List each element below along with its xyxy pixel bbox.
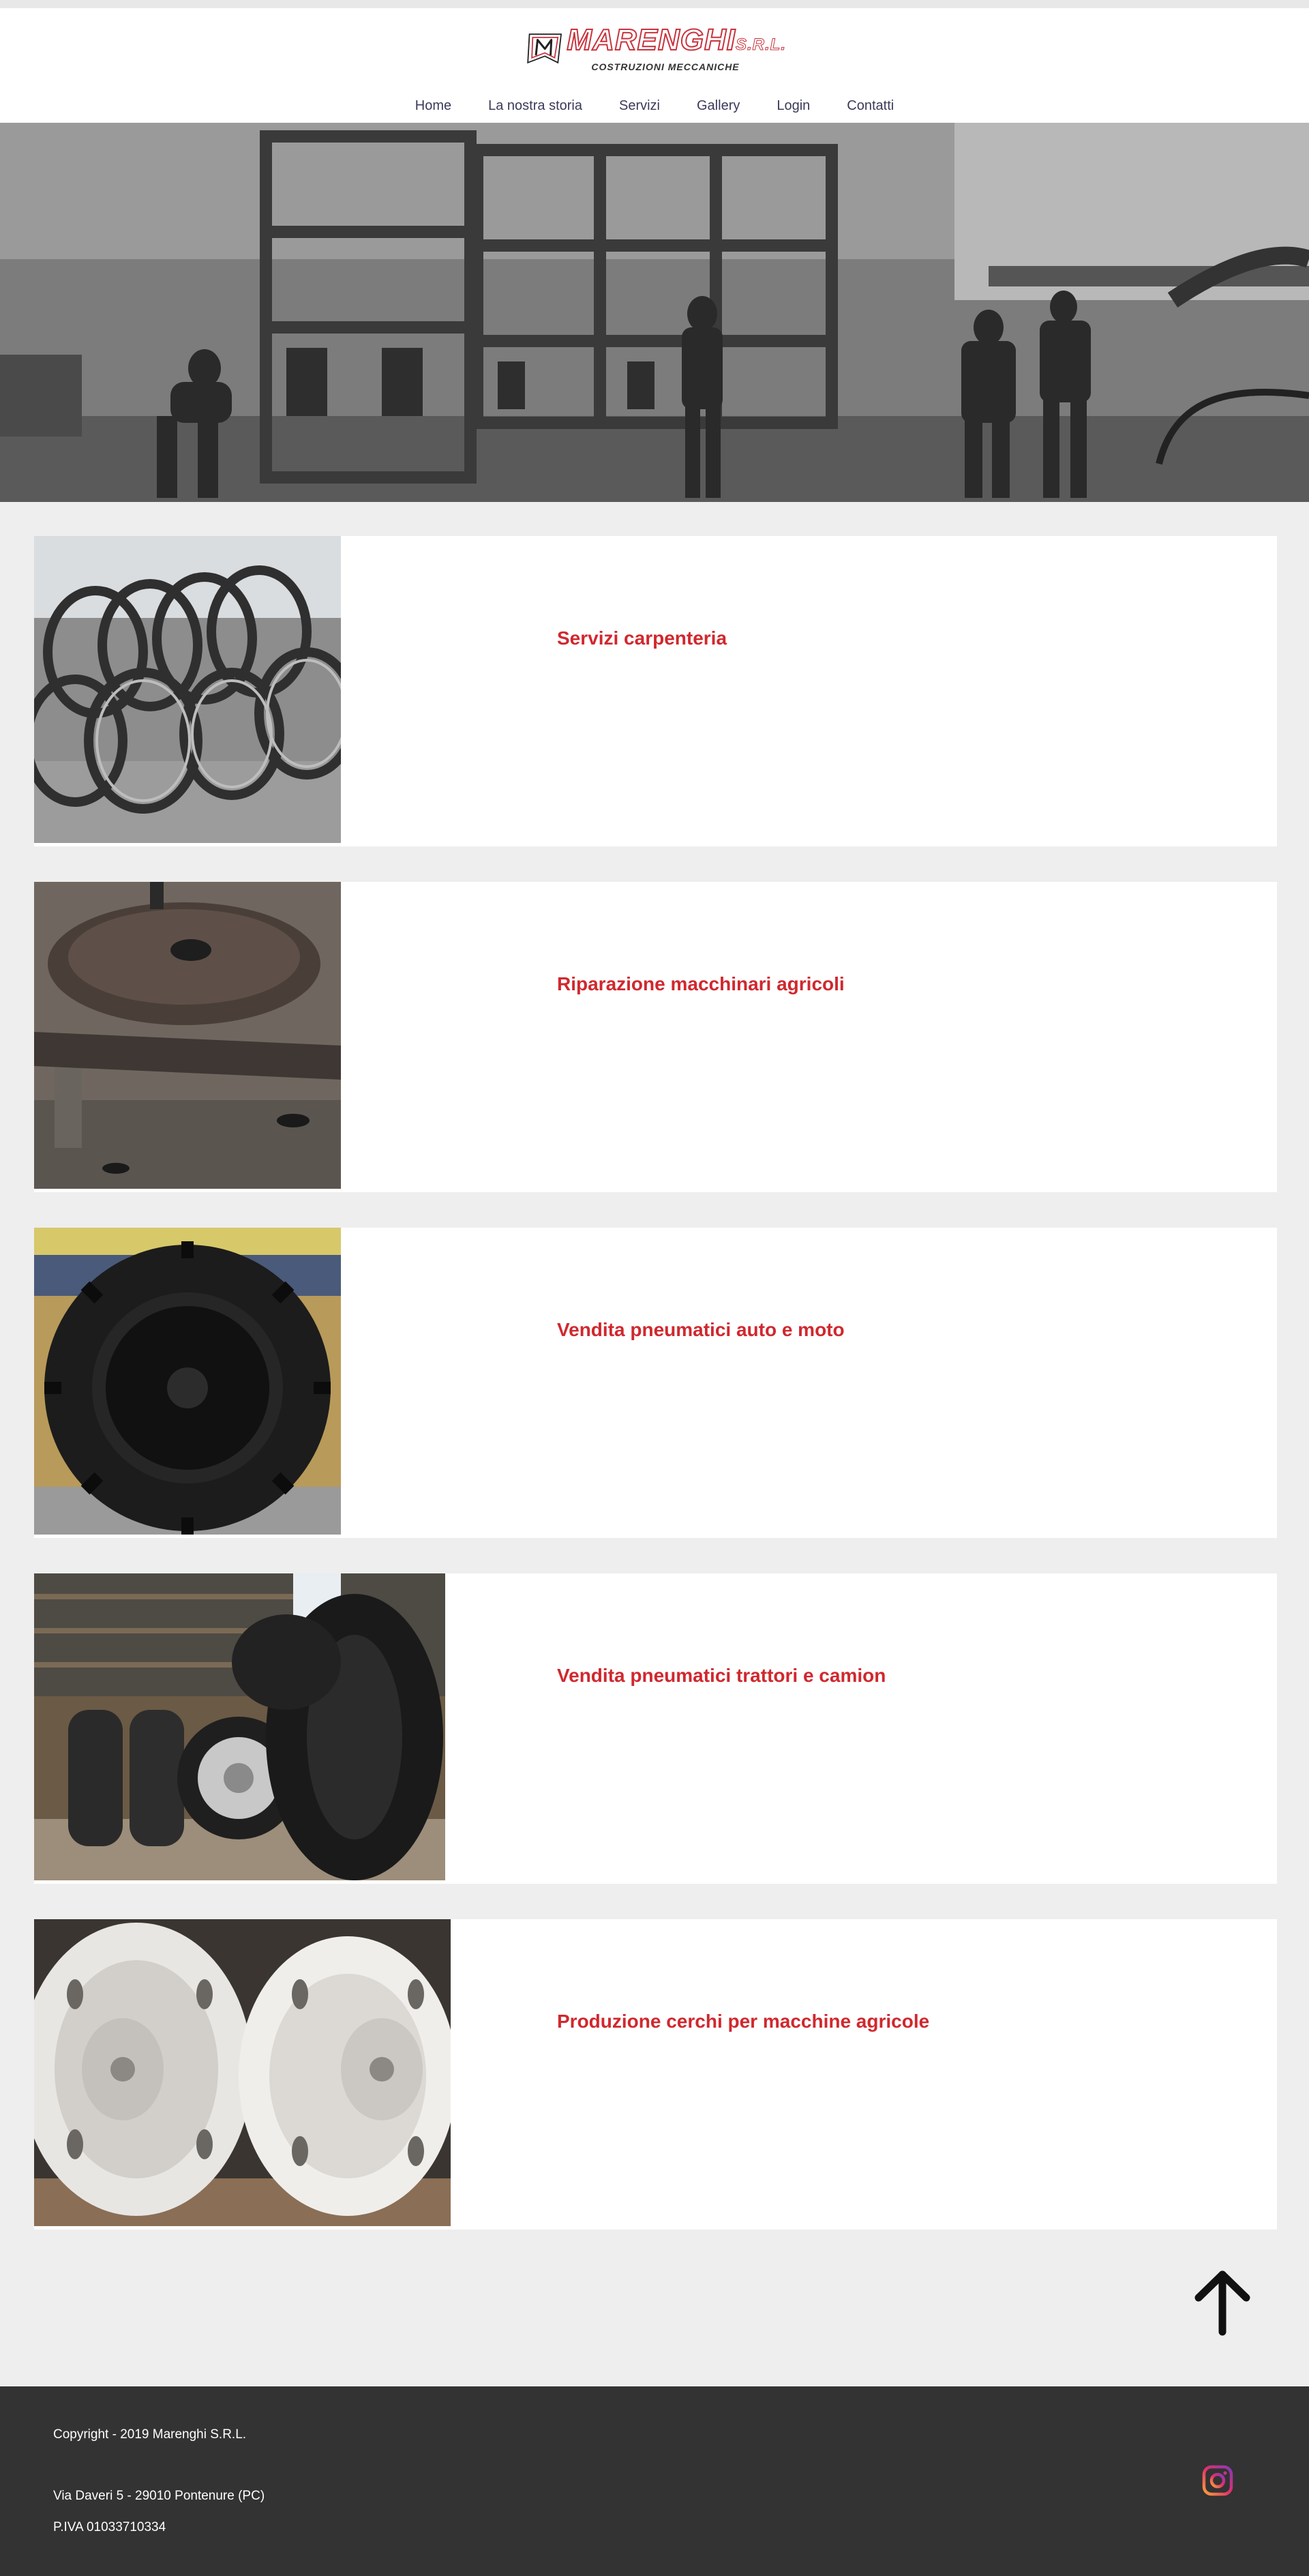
footer-vat: P.IVA 01033710334 — [53, 2520, 166, 2534]
wheel-disc-repair-photo — [34, 882, 341, 1189]
main-nav: Home La nostra storia Servizi Gallery Lo… — [0, 95, 1309, 116]
page: MARENGHIS.R.L. COSTRUZIONI MECCANICHE Ho… — [0, 0, 1309, 2576]
logo[interactable]: MARENGHIS.R.L. COSTRUZIONI MECCANICHE — [527, 20, 786, 76]
footer-address: Via Daveri 5 - 29010 Pontenure (PC) — [53, 2489, 265, 2503]
service-image — [34, 536, 341, 843]
service-card-pneumatici-trattori-camion[interactable]: Vendita pneumatici trattori e camion — [34, 1573, 1277, 1884]
service-image — [34, 882, 341, 1189]
service-card-produzione-cerchi[interactable]: Produzione cerchi per macchine agricole — [34, 1919, 1277, 2230]
service-title[interactable]: Produzione cerchi per macchine agricole — [557, 2011, 929, 2032]
brand-subtitle: COSTRUZIONI MECCANICHE — [591, 61, 740, 72]
tractor-tire-photo — [34, 1228, 341, 1535]
site-footer: Copyright - 2019 Marenghi S.R.L. Via Dav… — [0, 2386, 1309, 2576]
service-title[interactable]: Vendita pneumatici trattori e camion — [557, 1665, 886, 1687]
logo-mark-icon — [527, 33, 562, 64]
site-header: MARENGHIS.R.L. COSTRUZIONI MECCANICHE Ho… — [0, 8, 1309, 123]
nav-item-la-nostra-storia[interactable]: La nostra storia — [470, 95, 601, 116]
instagram-icon[interactable] — [1202, 2465, 1233, 2496]
white-rims-photo — [34, 1919, 451, 2226]
service-card-riparazione-macchinari[interactable]: Riparazione macchinari agricoli — [34, 882, 1277, 1192]
service-card-pneumatici-auto-moto[interactable]: Vendita pneumatici auto e moto — [34, 1228, 1277, 1538]
service-title[interactable]: Vendita pneumatici auto e moto — [557, 1319, 845, 1341]
service-image — [34, 1228, 341, 1535]
steel-rims-photo — [34, 536, 341, 843]
nav-item-gallery[interactable]: Gallery — [678, 95, 758, 116]
service-image — [34, 1919, 451, 2226]
arrow-up-icon[interactable] — [1192, 2269, 1253, 2337]
service-title[interactable]: Riparazione macchinari agricoli — [557, 973, 845, 995]
workshop-photo — [0, 123, 1309, 502]
service-image — [34, 1573, 445, 1880]
hero-image — [0, 123, 1309, 502]
service-title[interactable]: Servizi carpenteria — [557, 627, 727, 649]
nav-item-contatti[interactable]: Contatti — [828, 95, 912, 116]
nav-item-home[interactable]: Home — [397, 95, 470, 116]
brand-suffix: S.R.L. — [735, 35, 786, 54]
nav-item-login[interactable]: Login — [758, 95, 828, 116]
top-strip — [0, 0, 1309, 8]
service-card-servizi-carpenteria[interactable]: Servizi carpenteria — [34, 536, 1277, 846]
nav-item-servizi[interactable]: Servizi — [601, 95, 678, 116]
truck-tractor-tires-photo — [34, 1573, 445, 1880]
brand-name: MARENGHI — [566, 23, 736, 57]
footer-copyright: Copyright - 2019 Marenghi S.R.L. — [53, 2427, 247, 2442]
